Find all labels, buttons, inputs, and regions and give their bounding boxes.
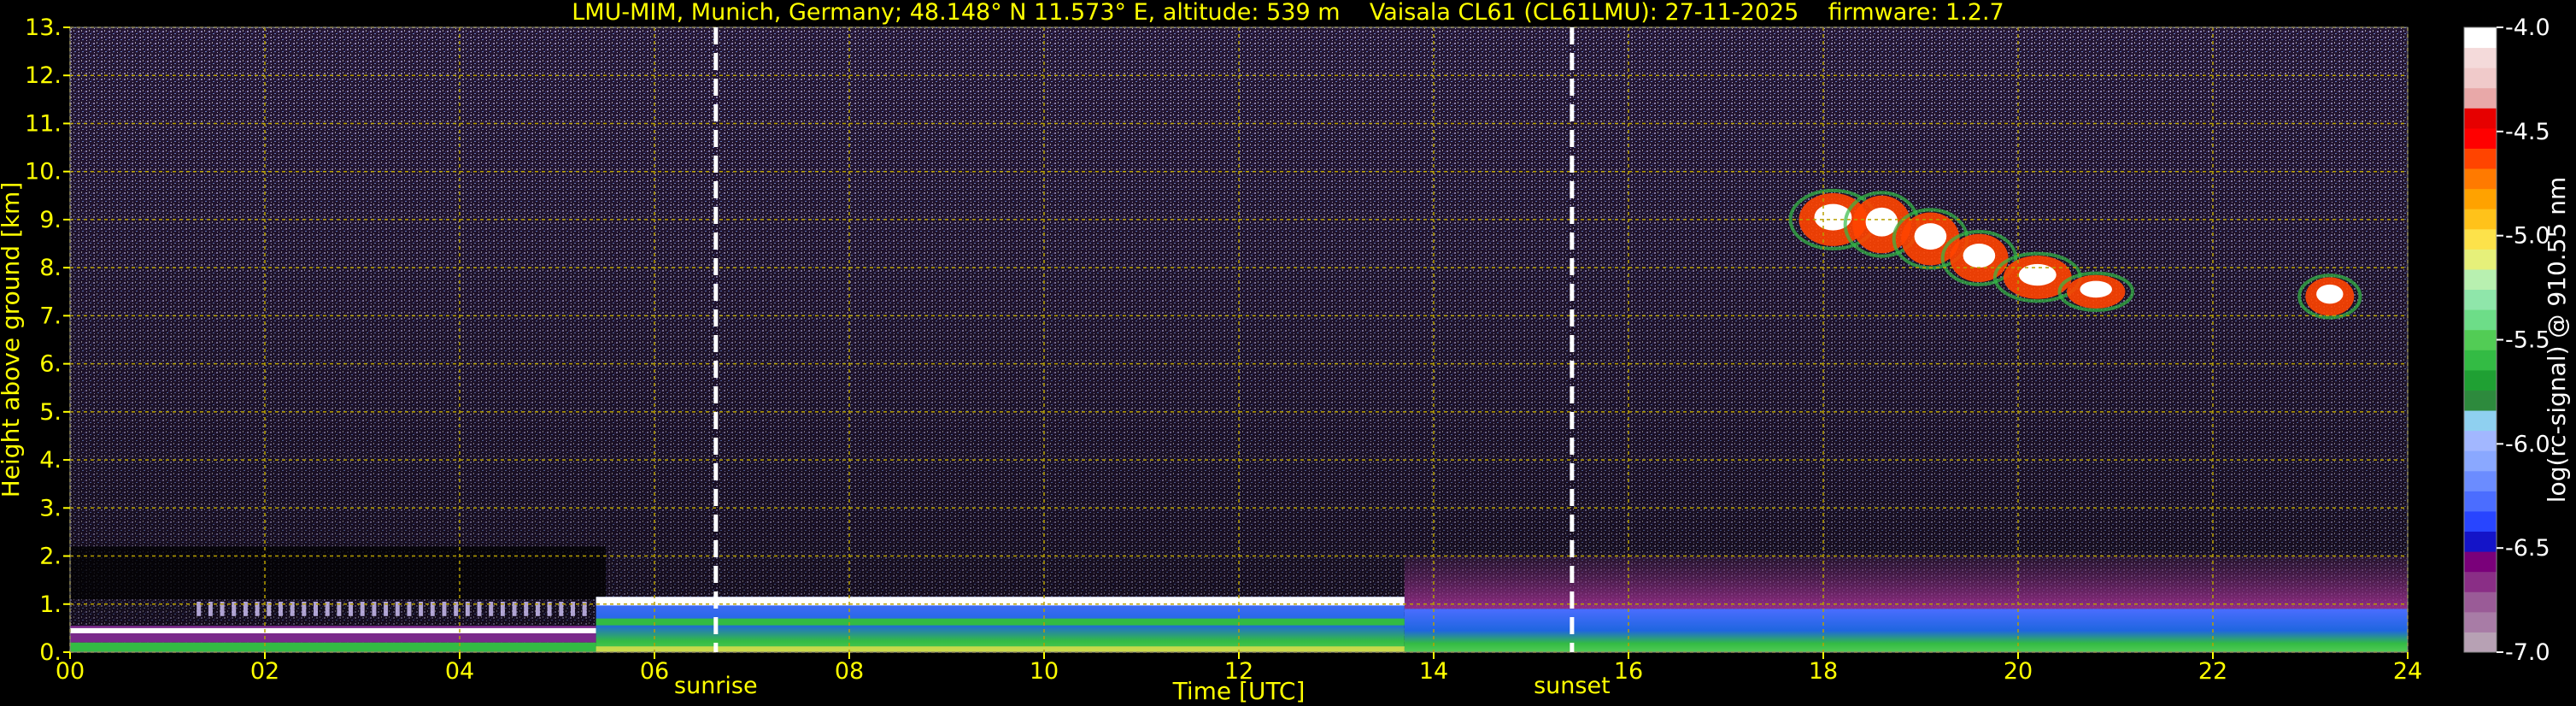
y-axis-label: Height above ground [km] xyxy=(0,182,25,498)
colorbar-segment xyxy=(2464,249,2497,270)
x-tick-label: 08 xyxy=(835,658,864,685)
colorbar-segment xyxy=(2464,228,2497,250)
colorbar-segment xyxy=(2464,27,2497,49)
y-tick-label: 12. xyxy=(25,62,62,89)
colorbar-segment xyxy=(2464,632,2497,653)
colorbar-segment xyxy=(2464,390,2497,411)
colorbar-segment xyxy=(2464,350,2497,371)
afternoon-aerosol-haze xyxy=(1404,556,2408,609)
x-tick-label: 06 xyxy=(640,658,669,685)
colorbar-segment xyxy=(2464,591,2497,613)
y-tick-label: 2. xyxy=(39,544,62,570)
colorbar-segment xyxy=(2464,531,2497,552)
y-tick-label: 13. xyxy=(25,15,62,41)
colorbar-segment xyxy=(2464,108,2497,129)
x-tick-label: 22 xyxy=(2198,658,2227,685)
x-tick-label: 02 xyxy=(250,658,279,685)
y-tick-label: 1. xyxy=(39,591,62,618)
x-tick-label: 24 xyxy=(2393,658,2422,685)
x-axis-label: Time [UTC] xyxy=(1172,677,1306,705)
colorbar-segment xyxy=(2464,289,2497,310)
colorbar-segment xyxy=(2464,410,2497,432)
colorbar-segment xyxy=(2464,127,2497,149)
colorbar-segment xyxy=(2464,188,2497,209)
quiet-region xyxy=(70,546,606,600)
y-tick-label: 6. xyxy=(39,351,62,378)
cirrus-core xyxy=(2316,284,2344,304)
colorbar-segment xyxy=(2464,168,2497,190)
sunrise-label: sunrise xyxy=(674,673,758,699)
cirrus-core xyxy=(1914,223,1947,250)
x-tick-label: 10 xyxy=(1030,658,1059,685)
x-tick-label: 20 xyxy=(2004,658,2033,685)
y-tick-label: 5. xyxy=(39,399,62,426)
colorbar-segment xyxy=(2464,369,2497,391)
y-tick-label: 3. xyxy=(39,495,62,521)
colorbar-segment xyxy=(2464,470,2497,491)
colorbar-segment xyxy=(2464,510,2497,532)
y-tick-label: 8. xyxy=(39,255,62,281)
colorbar-segment xyxy=(2464,268,2497,291)
colorbar-tick-label: -6.5 xyxy=(2505,535,2550,562)
colorbar-segment xyxy=(2464,309,2497,331)
cirrus-core xyxy=(2080,280,2113,298)
colorbar-label: log(rc-signal) @ 910.55 nm xyxy=(2543,177,2571,503)
x-tick-label: 16 xyxy=(1614,658,1643,685)
colorbar: -4.0-4.5-5.0-5.5-6.0-6.5-7.0 xyxy=(2463,15,2550,666)
colorbar-segment xyxy=(2464,47,2497,68)
colorbar-segment xyxy=(2464,551,2497,573)
colorbar-segment xyxy=(2464,450,2497,472)
colorbar-segment xyxy=(2464,611,2497,632)
surface-layer xyxy=(70,642,596,652)
y-tick-label: 9. xyxy=(39,207,62,233)
y-tick-label: 7. xyxy=(39,303,62,329)
chart: sunrise sunset 0.1.2.3.4.5.6.7.8.9.10.11.… xyxy=(0,15,2571,705)
x-tick-label: 00 xyxy=(56,658,85,685)
y-tick-label: 10. xyxy=(25,159,62,185)
colorbar-segment xyxy=(2464,491,2497,512)
cirrus-core xyxy=(1963,244,1996,268)
y-tick-label: 11. xyxy=(25,110,62,137)
x-tick-label: 14 xyxy=(1419,658,1448,685)
colorbar-segment xyxy=(2464,148,2497,169)
x-tick-label: 04 xyxy=(445,658,474,685)
cirrus-core xyxy=(2018,263,2057,286)
colorbar-tick-label: -7.0 xyxy=(2505,639,2550,666)
colorbar-segment xyxy=(2464,329,2497,350)
colorbar-segment xyxy=(2464,209,2497,230)
cirrus-core xyxy=(1865,207,1898,237)
colorbar-segment xyxy=(2464,87,2497,109)
afternoon-aerosol-layer xyxy=(1404,609,2408,652)
colorbar-segment xyxy=(2464,571,2497,592)
sunset-label: sunset xyxy=(1534,673,1611,699)
colorbar-tick-label: -4.5 xyxy=(2505,119,2550,145)
colorbar-segment xyxy=(2464,430,2497,451)
cloud-fragment xyxy=(360,601,365,616)
cloud-fragment xyxy=(442,601,447,616)
x-tick-label: 18 xyxy=(1809,658,1838,685)
colorbar-segment xyxy=(2464,68,2497,89)
colorbar-tick-label: -4.0 xyxy=(2505,15,2550,41)
y-tick-label: 4. xyxy=(39,447,62,474)
boundary-layer-top xyxy=(70,627,596,633)
